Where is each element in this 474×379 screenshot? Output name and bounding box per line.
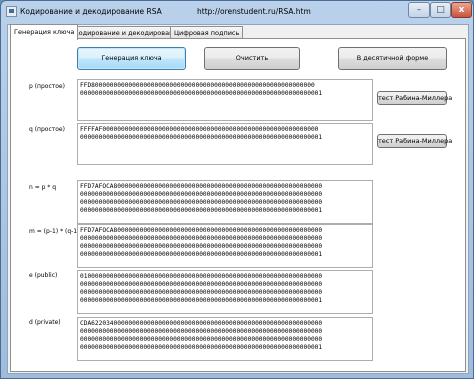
e-line: 0100000000000000000000000000000000000000…: [80, 273, 323, 280]
close-button[interactable]: x: [451, 2, 472, 18]
p-textbox[interactable]: FFD8000000000000000000000000000000000000…: [77, 79, 373, 121]
d-line: 0000000000000000000000000000000000000000…: [80, 344, 323, 351]
m-line: 0000000000000000000000000000000000000000…: [80, 251, 323, 258]
p-line: 0000000000000000000000000000000000000000…: [80, 90, 323, 97]
clear-button[interactable]: Очистить: [204, 47, 300, 70]
n-line: FFD7AFOCA8000000000000000000000000000000…: [80, 183, 323, 190]
tab-key-generation[interactable]: Генерация ключа: [10, 24, 79, 40]
e-textbox[interactable]: 0100000000000000000000000000000000000000…: [77, 270, 373, 314]
decimal-form-button[interactable]: В десятичной форме: [338, 47, 447, 70]
n-textbox[interactable]: FFD7AFOCA8000000000000000000000000000000…: [77, 180, 373, 224]
m-line: FFD7AFOCA8000000000000000000000000000000…: [80, 227, 323, 234]
maximize-icon: □: [436, 5, 445, 15]
close-icon: x: [458, 5, 465, 15]
m-textbox[interactable]: FFD7AFOCA8000000000000000000000000000000…: [77, 224, 373, 268]
p-line: FFD8000000000000000000000000000000000000…: [80, 82, 315, 89]
client-area: Генерация ключа Кодирование и декодирова…: [7, 24, 469, 374]
e-line: 0000000000000000000000000000000000000000…: [80, 297, 323, 304]
d-label: d (private): [29, 319, 61, 326]
d-textbox[interactable]: CDA6220340000000000000000000000000000000…: [77, 317, 373, 361]
rabin-miller-test-p-button[interactable]: тест Рабина-Миллера: [377, 91, 452, 105]
generate-key-button[interactable]: Генерация ключа: [77, 47, 186, 70]
n-line: 0000000000000000000000000000000000000000…: [80, 199, 323, 206]
key-generation-panel: Генерация ключа Очистить В десятичной фо…: [10, 38, 466, 372]
q-line: FFFFAF0000000000000000000000000000000000…: [80, 126, 319, 133]
title-bar[interactable]: Кодирование и декодирование RSA http://o…: [1, 1, 473, 23]
window-title: Кодирование и декодирование RSA: [20, 7, 162, 16]
window-url: http://orenstudent.ru/RSA.htm: [197, 7, 311, 16]
rabin-miller-test-q-button[interactable]: тест Рабина-Миллера: [377, 134, 452, 148]
p-label: p (простое): [29, 83, 65, 90]
maximize-button[interactable]: □: [430, 2, 451, 18]
d-line: CDA6220340000000000000000000000000000000…: [80, 320, 323, 327]
q-line: 0000000000000000000000000000000000000000…: [80, 134, 323, 141]
m-line: 0000000000000000000000000000000000000000…: [80, 243, 323, 250]
minimize-button[interactable]: –: [408, 2, 430, 18]
app-icon: [6, 6, 17, 17]
n-label: n = p * q: [29, 184, 57, 191]
e-line: 0000000000000000000000000000000000000000…: [80, 281, 323, 288]
n-line: 0000000000000000000000000000000000000000…: [80, 191, 323, 198]
q-textbox[interactable]: FFFFAF0000000000000000000000000000000000…: [77, 123, 373, 165]
q-label: q (простое): [29, 126, 65, 133]
d-line: 0000000000000000000000000000000000000000…: [80, 336, 323, 343]
n-line: 0000000000000000000000000000000000000000…: [80, 207, 323, 214]
m-line: 0000000000000000000000000000000000000000…: [80, 235, 323, 242]
d-line: 0000000000000000000000000000000000000000…: [80, 328, 323, 335]
minimize-icon: –: [416, 5, 422, 15]
m-label: m = (p-1) * (q-1): [29, 228, 80, 235]
app-window: Кодирование и декодирование RSA http://o…: [0, 0, 474, 379]
e-label: e (public): [29, 272, 58, 279]
e-line: 0000000000000000000000000000000000000000…: [80, 289, 323, 296]
